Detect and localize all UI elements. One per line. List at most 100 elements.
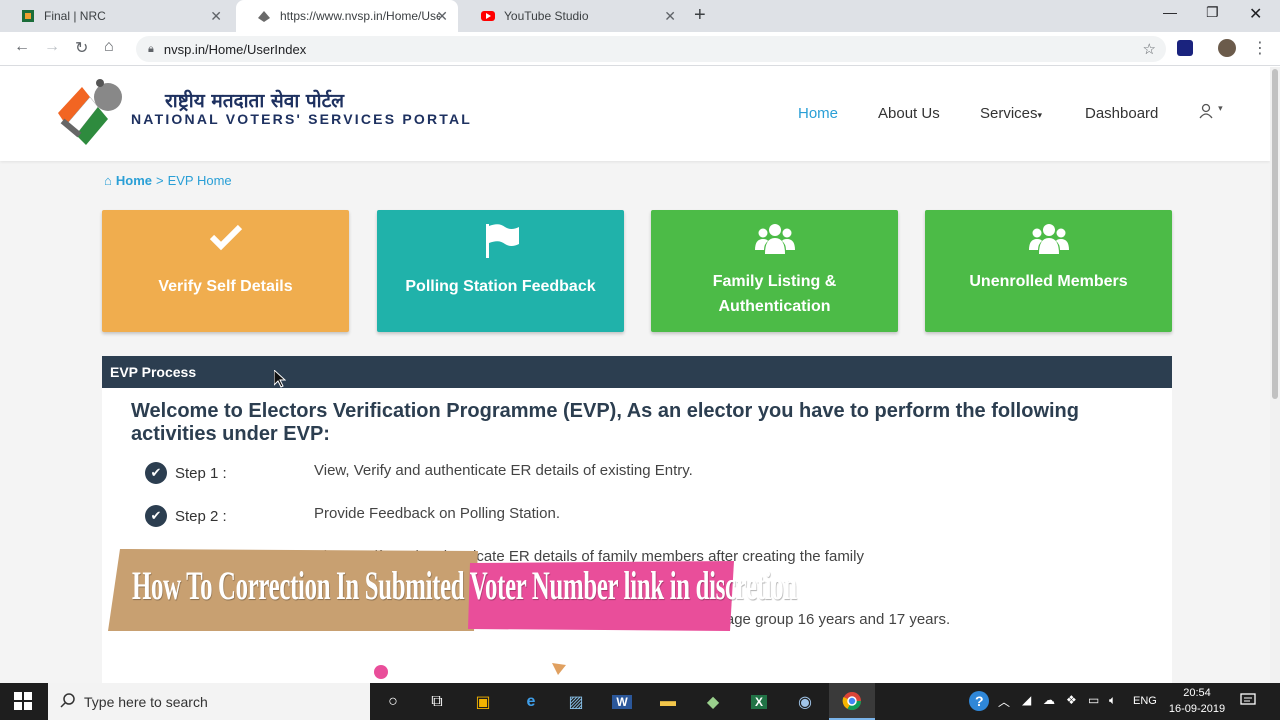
chrome-icon[interactable] — [829, 683, 875, 720]
tile-label: Polling Station Feedback — [405, 278, 596, 295]
browser-toolbar: ← → ↻ ⌂ 🔒︎ nvsp.in/Home/UserIndex ☆ ⋮ — [0, 32, 1280, 66]
close-tab-icon[interactable]: ✕ — [210, 8, 222, 25]
close-window-button[interactable]: ✕ — [1249, 4, 1262, 24]
url-text: nvsp.in/Home/UserIndex — [163, 41, 307, 57]
nrc-favicon-icon — [20, 8, 36, 24]
cortana-icon[interactable]: ○ — [370, 683, 416, 720]
lock-icon: 🔒︎ — [148, 42, 154, 55]
excel-icon[interactable]: X — [736, 683, 782, 720]
tile-unenrolled-members[interactable]: Unenrolled Members — [925, 210, 1172, 332]
step-description: Provide Feedback on Polling Station. — [314, 505, 560, 522]
tile-label: Unenrolled Members — [969, 273, 1128, 290]
chevron-up-icon[interactable]: ︿ — [998, 693, 1010, 710]
pink-dot — [374, 665, 388, 679]
flag-icon — [377, 222, 624, 265]
windows-taskbar: Type here to search ○ ⧉ ▣ e ▨ W ▬ ◆ X ◉ … — [0, 683, 1280, 720]
tab-nvsp[interactable]: https://www.nvsp.in/Home/UserI ✕ — [236, 0, 458, 32]
nvsp-logo-icon — [58, 79, 122, 145]
new-tab-button[interactable]: + — [694, 4, 706, 27]
notifications-icon[interactable] — [1240, 692, 1256, 711]
check-icon — [102, 222, 349, 259]
tile-verify-self-details[interactable]: Verify Self Details — [102, 210, 349, 332]
step-item: ✔ Step 1 : — [145, 462, 227, 484]
tile-polling-station-feedback[interactable]: Polling Station Feedback — [377, 210, 624, 332]
windows-start-icon[interactable] — [14, 692, 32, 710]
forward-button[interactable]: → — [44, 38, 60, 56]
app-icon[interactable]: ◉ — [782, 683, 828, 720]
help-icon[interactable]: ? — [968, 690, 990, 715]
store-icon[interactable]: ▣ — [460, 683, 506, 720]
tile-label: Verify Self Details — [158, 278, 293, 295]
nvsp-favicon-icon — [256, 8, 272, 24]
reload-button[interactable]: ↻ — [75, 38, 88, 58]
caret-down-icon: ▾ — [1037, 110, 1043, 120]
nav-services[interactable]: Services▾ — [980, 105, 1042, 122]
scrollbar-thumb[interactable] — [1272, 69, 1278, 399]
tile-label: Family Listing & Authentication — [712, 273, 837, 315]
breadcrumb: ⌂ Home > EVP Home — [104, 173, 232, 188]
close-tab-icon[interactable]: ✕ — [436, 8, 448, 25]
volume-icon[interactable]: 🔈︎ — [1109, 693, 1116, 708]
svg-text:?: ? — [975, 693, 984, 709]
panel-title: EVP Process — [102, 356, 1172, 388]
site-header: राष्ट्रीय मतदाता सेवा पोर्टल NATIONAL VO… — [0, 67, 1270, 161]
nav-dashboard[interactable]: Dashboard — [1085, 105, 1158, 122]
edge-icon[interactable]: e — [508, 683, 554, 720]
back-button[interactable]: ← — [14, 38, 30, 56]
minimize-button[interactable]: — — [1163, 4, 1177, 20]
photos-icon[interactable]: ▨ — [553, 683, 599, 720]
task-view-icon[interactable]: ⧉ — [414, 683, 460, 720]
tab-final-nrc[interactable]: Final | NRC ✕ — [0, 0, 232, 32]
battery-icon[interactable]: ▭ — [1088, 693, 1099, 707]
logo-english-text: NATIONAL VOTERS' SERVICES PORTAL — [131, 111, 473, 127]
breadcrumb-separator: > — [155, 173, 164, 188]
word-icon[interactable]: W — [599, 683, 645, 720]
language-indicator[interactable]: ENG — [1133, 695, 1157, 707]
browser-tab-bar: Final | NRC ✕ https://www.nvsp.in/Home/U… — [0, 0, 1280, 32]
logo-hindi-text: राष्ट्रीय मतदाता सेवा पोर्टल — [165, 90, 345, 112]
step-description: View, Verify and authenticate ER details… — [314, 462, 693, 479]
bookmark-star-icon[interactable]: ☆ — [1143, 40, 1156, 58]
page-viewport: राष्ट्रीय मतदाता सेवा पोर्टल NATIONAL VO… — [0, 67, 1270, 683]
breadcrumb-current: EVP Home — [167, 173, 232, 188]
mouse-cursor-icon — [274, 370, 286, 388]
nav-home[interactable]: Home — [798, 105, 838, 122]
restore-button[interactable]: ❐ — [1206, 4, 1219, 21]
search-icon — [60, 692, 76, 711]
file-explorer-icon[interactable]: ▬ — [645, 683, 691, 720]
tile-family-listing[interactable]: Family Listing & Authentication — [651, 210, 898, 332]
profile-avatar[interactable] — [1218, 39, 1236, 57]
network-icon[interactable]: ◢ — [1022, 693, 1031, 707]
youtube-favicon-icon — [480, 8, 496, 24]
taskbar-search-box[interactable]: Type here to search — [48, 683, 370, 720]
search-placeholder: Type here to search — [84, 693, 208, 710]
orange-triangle — [552, 663, 566, 675]
step-item: ✔ Step 2 : — [145, 505, 227, 527]
breadcrumb-home-link[interactable]: Home — [116, 173, 152, 188]
chrome-menu-icon[interactable]: ⋮ — [1252, 38, 1268, 58]
users-icon — [925, 222, 1172, 263]
check-circle-icon: ✔ — [145, 462, 167, 484]
user-menu[interactable]: ▾ — [1198, 103, 1223, 123]
app-icon[interactable]: ◆ — [690, 683, 736, 720]
nav-about-us[interactable]: About Us — [878, 105, 940, 122]
welcome-heading: Welcome to Electors Verification Program… — [131, 400, 1079, 445]
system-clock[interactable]: 20:54 16-09-2019 — [1162, 685, 1232, 717]
video-title-text: How To Correction In Submited Voter Numb… — [132, 563, 797, 608]
user-icon — [1199, 103, 1213, 119]
clock-time: 20:54 — [1183, 687, 1211, 699]
evp-process-panel: EVP Process Welcome to Electors Verifica… — [102, 356, 1172, 683]
home-button[interactable]: ⌂ — [104, 38, 114, 56]
dropbox-icon[interactable]: ❖ — [1066, 693, 1077, 707]
clock-date: 16-09-2019 — [1168, 703, 1226, 715]
tab-youtube-studio[interactable]: YouTube Studio ✕ — [460, 0, 686, 32]
onedrive-icon[interactable]: ☁ — [1043, 693, 1055, 707]
check-circle-icon: ✔ — [145, 505, 167, 527]
close-tab-icon[interactable]: ✕ — [664, 8, 676, 25]
home-icon: ⌂ — [104, 173, 112, 188]
extension-icon[interactable] — [1177, 40, 1193, 56]
users-icon — [651, 222, 898, 263]
address-bar[interactable]: 🔒︎ nvsp.in/Home/UserIndex ☆ — [136, 36, 1166, 62]
caret-down-icon: ▾ — [1218, 103, 1223, 113]
page-scrollbar[interactable] — [1270, 67, 1280, 683]
